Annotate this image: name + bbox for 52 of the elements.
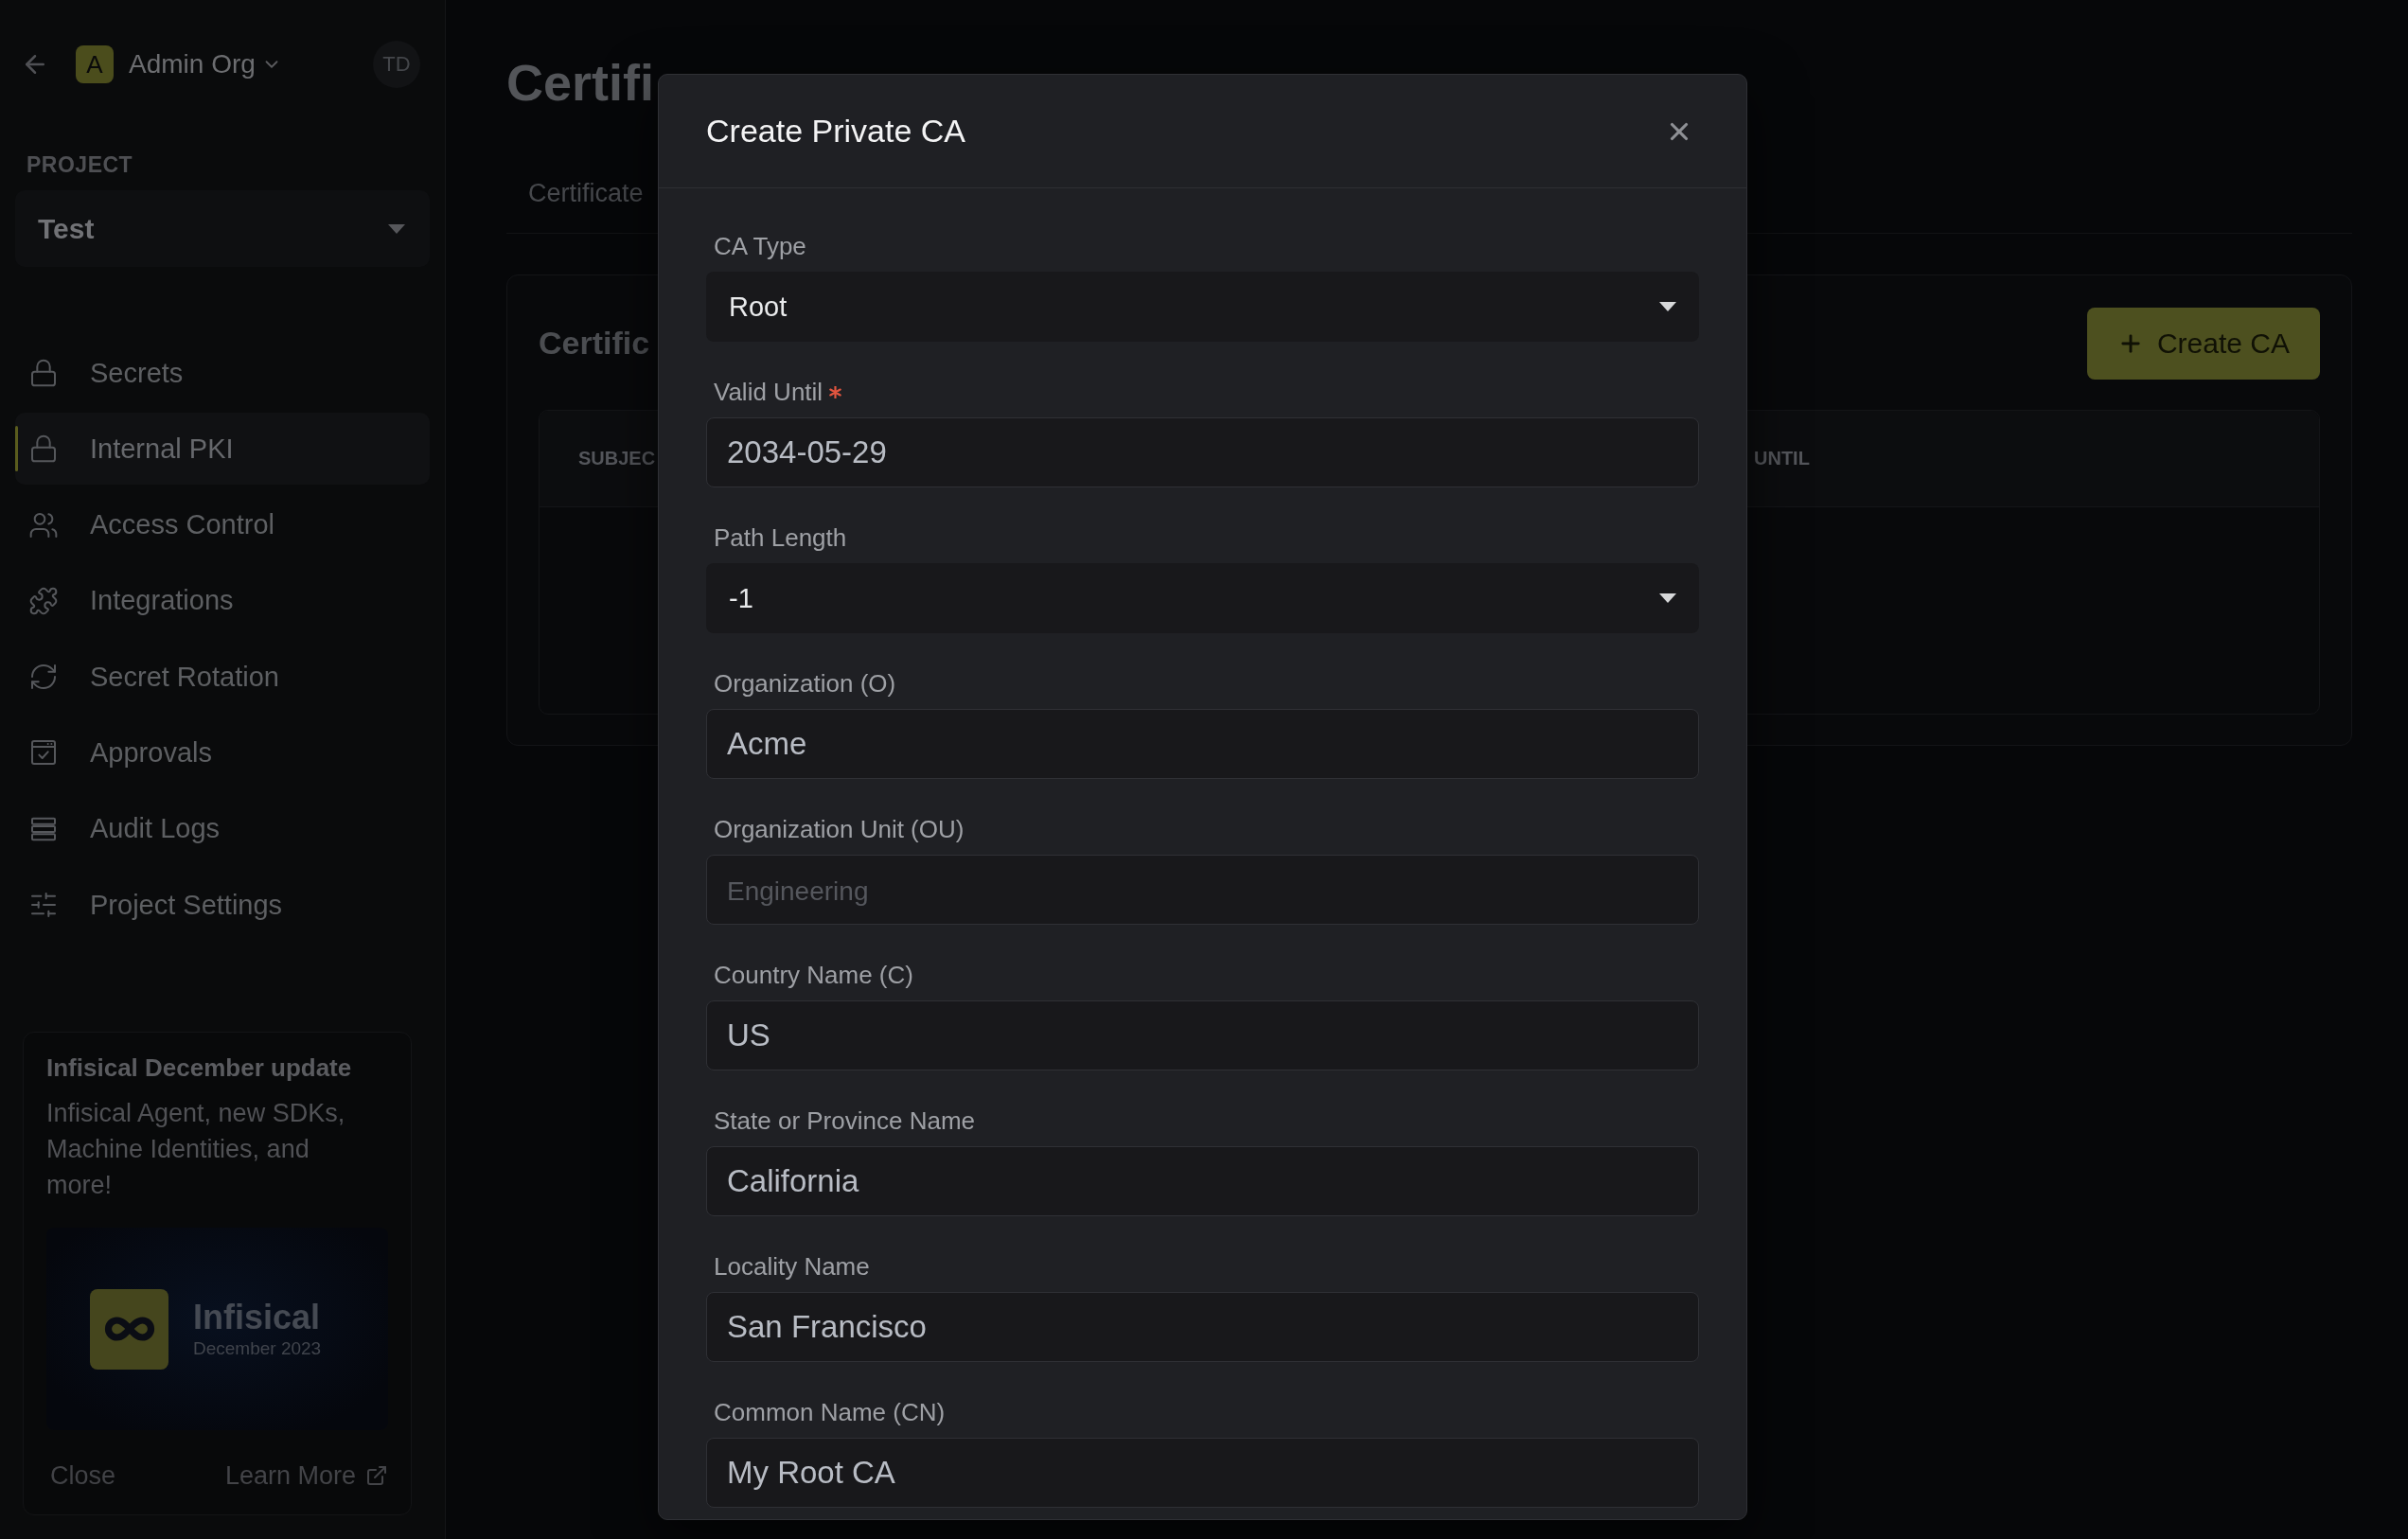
text-input[interactable]: US [706, 1000, 1699, 1070]
text-input[interactable]: Acme [706, 709, 1699, 779]
field-label: Organization Unit (OU) [714, 814, 965, 845]
infinity-logo-icon [90, 1288, 168, 1370]
project-select[interactable]: Test [15, 190, 430, 267]
external-link-icon [365, 1464, 388, 1487]
banner-title: Infisical [193, 1298, 322, 1337]
tab[interactable]: Certificate [506, 172, 665, 233]
close-button[interactable]: Close [50, 1459, 116, 1492]
org-avatar: A [76, 45, 114, 83]
nav-item[interactable]: Project Settings [15, 869, 430, 942]
text-input[interactable]: 2034-05-29 [706, 417, 1699, 487]
update-text: Infisical Agent, new SDKs, Machine Identities, and more! [46, 1098, 346, 1201]
learn-more-link[interactable]: Learn More [224, 1459, 388, 1492]
banner-subtitle: December 2023 [193, 1337, 322, 1360]
nav-item[interactable]: Integrations [15, 564, 430, 637]
nav-item[interactable]: Approvals [15, 716, 430, 789]
caret-down-icon [388, 223, 405, 234]
nav-item[interactable]: Internal PKI [15, 413, 430, 486]
org-switcher[interactable]: Admin Org [129, 47, 282, 81]
page-title: Certifi [506, 53, 654, 113]
column-header: SUBJEC [578, 448, 656, 469]
field-label: Country Name (C) [714, 960, 913, 991]
puzzle-icon [28, 585, 59, 616]
field-label: Organization (O) [714, 668, 896, 699]
field-label: State or Province Name [714, 1106, 975, 1137]
create-ca-button[interactable]: Create CA [2086, 307, 2320, 380]
field-label: Locality Name [714, 1251, 870, 1282]
active-indicator [15, 426, 18, 472]
select-field[interactable]: Root [706, 272, 1699, 342]
update-title: Infisical December update [46, 1053, 353, 1084]
panel-title: Certific [539, 325, 650, 362]
text-input[interactable]: Engineering [706, 855, 1699, 925]
modal-title: Create Private CA [706, 113, 965, 150]
text-input[interactable]: California [706, 1146, 1699, 1216]
text-input[interactable]: San Francisco [706, 1292, 1699, 1362]
nav-item[interactable]: Audit Logs [15, 792, 430, 865]
lock-icon [28, 433, 59, 465]
lock-icon [28, 358, 59, 388]
section-label: PROJECT [27, 151, 134, 179]
nav-item[interactable]: Secret Rotation [15, 641, 430, 714]
field-label: Path Length [714, 522, 847, 554]
field-label: CA Type [714, 231, 806, 262]
text-input[interactable]: My Root CA [706, 1438, 1699, 1508]
nav-item[interactable]: Access Control [15, 488, 430, 561]
select-field[interactable]: -1 [706, 563, 1699, 633]
field-label: Common Name (CN) [714, 1397, 946, 1428]
column-header: UNTIL [1754, 448, 1810, 469]
nav-item[interactable]: Secrets [15, 337, 430, 409]
caret-down-icon [1659, 302, 1676, 311]
field-label: Valid Until [714, 377, 823, 408]
caret-down-icon [1659, 593, 1676, 603]
